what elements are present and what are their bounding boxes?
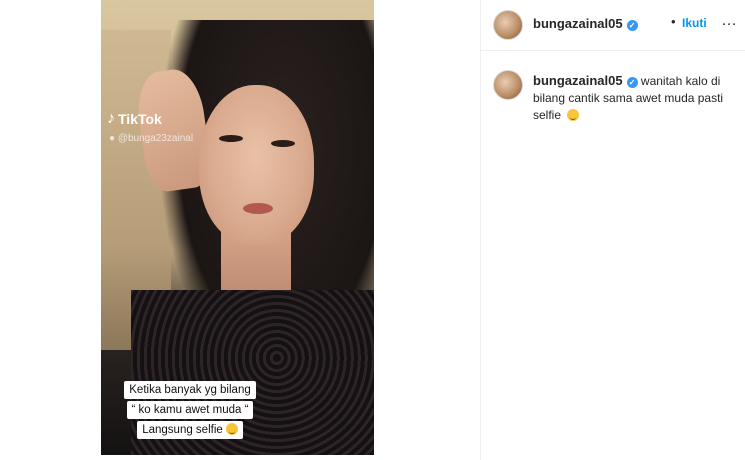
video-caption: Ketika banyak yg bilang “ ko kamu awet m… [117, 380, 263, 440]
grin-emoji-icon [225, 423, 238, 435]
tiktok-brand: TikTok [118, 111, 162, 127]
verified-badge-icon: ✓ [626, 77, 638, 88]
separator-dot: • [671, 14, 676, 29]
media-pane: ♪ TikTok ● @bunga23zainal Ketika banyak … [0, 0, 480, 460]
eye-left [219, 135, 243, 142]
caption-line-3: Langsung selfie [137, 421, 243, 439]
post-video[interactable]: ♪ TikTok ● @bunga23zainal Ketika banyak … [101, 0, 374, 455]
tiktok-handle: ● @bunga23zainal [109, 133, 194, 144]
header-username[interactable]: bungazainal05 ✓ [533, 16, 638, 31]
grin-emoji-icon [567, 109, 580, 121]
caption-text: bungazainal05 ✓ wanitah kalo di bilang ca… [533, 72, 733, 124]
post-sidebar: bungazainal05 ✓ • Ikuti … bungazainal05 ✓ … [480, 0, 745, 460]
caption-line-1: Ketika banyak yg bilang [124, 381, 256, 399]
caption-username[interactable]: bungazainal05 ✓ [533, 73, 638, 88]
tiktok-watermark: ♪ TikTok [107, 110, 162, 128]
more-options-icon[interactable]: … [721, 12, 738, 30]
verified-badge-icon: ✓ [626, 20, 638, 31]
caption-line-2: “ ko kamu awet muda “ [126, 401, 254, 419]
video-subject-face [199, 85, 314, 245]
eye-right [271, 140, 295, 147]
follow-button[interactable]: Ikuti [682, 16, 707, 30]
post-header: bungazainal05 ✓ • Ikuti … [481, 0, 745, 51]
avatar[interactable] [493, 10, 523, 40]
lips [243, 203, 273, 214]
tiktok-icon: ♪ [107, 110, 115, 127]
user-icon: ● [109, 133, 116, 144]
caption-avatar[interactable] [493, 70, 523, 100]
